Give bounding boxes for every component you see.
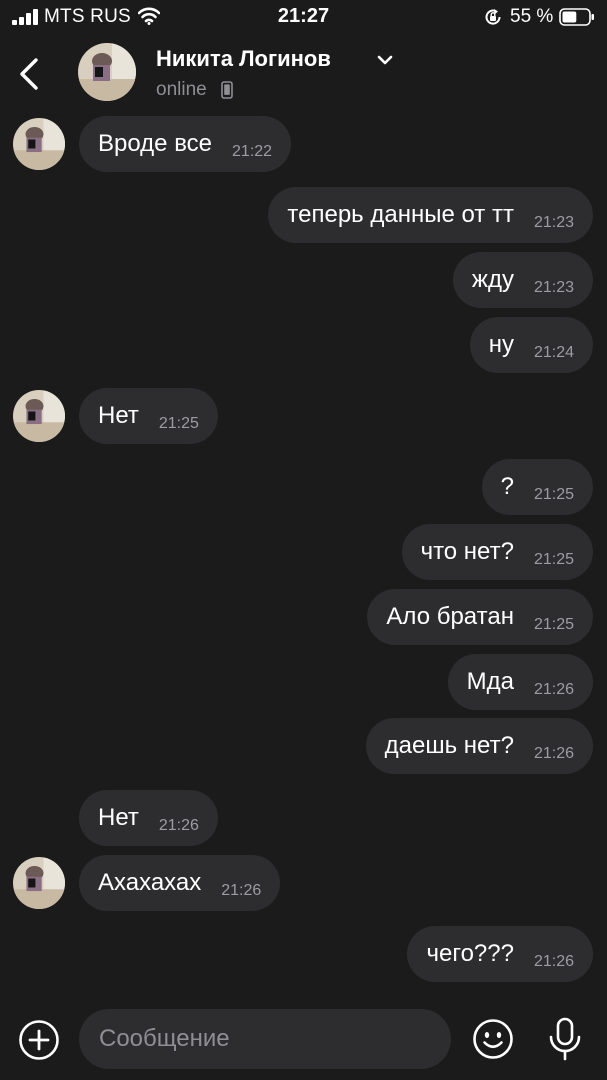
message-time: 21:24: [533, 344, 574, 361]
back-button[interactable]: [14, 52, 48, 96]
message-time: 21:25: [533, 616, 574, 633]
message-input[interactable]: [79, 1009, 451, 1069]
message-time: 21:25: [533, 486, 574, 503]
status-bar: MTS RUS 21:27 55 %: [0, 0, 607, 34]
message-time: 21:25: [533, 551, 574, 568]
incoming-message[interactable]: Нет 21:26: [79, 790, 218, 846]
message-text: ?: [500, 473, 514, 500]
outgoing-message[interactable]: что нет? 21:25: [401, 524, 593, 580]
sender-avatar[interactable]: [13, 118, 65, 170]
message-text: даешь нет?: [384, 732, 514, 759]
incoming-message[interactable]: Вроде все 21:22: [79, 116, 292, 172]
outgoing-message[interactable]: ? 21:25: [481, 459, 593, 515]
message-time: 21:26: [533, 745, 574, 762]
contact-name[interactable]: Никита Логинов: [156, 46, 331, 72]
rotation-lock-icon: [485, 9, 501, 25]
contact-avatar[interactable]: [78, 43, 136, 101]
message-time: 21:23: [533, 214, 574, 231]
outgoing-message[interactable]: чего??? 21:26: [407, 926, 593, 982]
message-time: 21:26: [221, 882, 262, 899]
incoming-message[interactable]: Ахахахах 21:26: [79, 855, 281, 911]
outgoing-message[interactable]: теперь данные от тт 21:23: [268, 187, 593, 243]
outgoing-message[interactable]: жду 21:23: [452, 252, 593, 308]
outgoing-message[interactable]: Ало братан 21:25: [367, 589, 593, 645]
message-text: Ахахахах: [98, 869, 202, 896]
incoming-message[interactable]: Нет 21:25: [79, 388, 218, 444]
presence-status: online: [156, 79, 207, 100]
chat-header: Никита Логинов online: [0, 34, 607, 114]
message-text: теперь данные от тт: [287, 201, 514, 228]
message-text: ну: [488, 331, 514, 358]
outgoing-message[interactable]: ну 21:24: [469, 317, 593, 373]
message-text: Вроде все: [98, 130, 213, 157]
message-text: чего???: [426, 940, 514, 967]
message-time: 21:22: [232, 143, 273, 160]
message-composer: [0, 1004, 607, 1080]
battery-percentage: 55 %: [510, 6, 554, 27]
message-time: 21:23: [533, 279, 574, 296]
plus-circle-icon[interactable]: [18, 1019, 60, 1061]
message-time: 21:25: [158, 415, 199, 432]
message-text: жду: [471, 266, 514, 293]
message-time: 21:26: [533, 681, 574, 698]
message-text: Ало братан: [386, 603, 514, 630]
message-time: 21:26: [533, 953, 574, 970]
message-text: что нет?: [420, 538, 514, 565]
outgoing-message[interactable]: даешь нет? 21:26: [365, 718, 593, 774]
microphone-icon[interactable]: [546, 1016, 584, 1062]
battery-icon: [559, 8, 594, 26]
sender-avatar[interactable]: [13, 390, 65, 442]
message-text: Нет: [98, 402, 139, 429]
emoji-icon[interactable]: [472, 1018, 514, 1060]
message-text: Нет: [98, 804, 139, 831]
outgoing-message[interactable]: Мда 21:26: [447, 654, 593, 710]
chevron-down-icon[interactable]: [374, 50, 396, 70]
phone-icon: [221, 81, 233, 99]
message-time: 21:26: [158, 817, 199, 834]
message-text: Мда: [466, 668, 514, 695]
sender-avatar[interactable]: [13, 857, 65, 909]
